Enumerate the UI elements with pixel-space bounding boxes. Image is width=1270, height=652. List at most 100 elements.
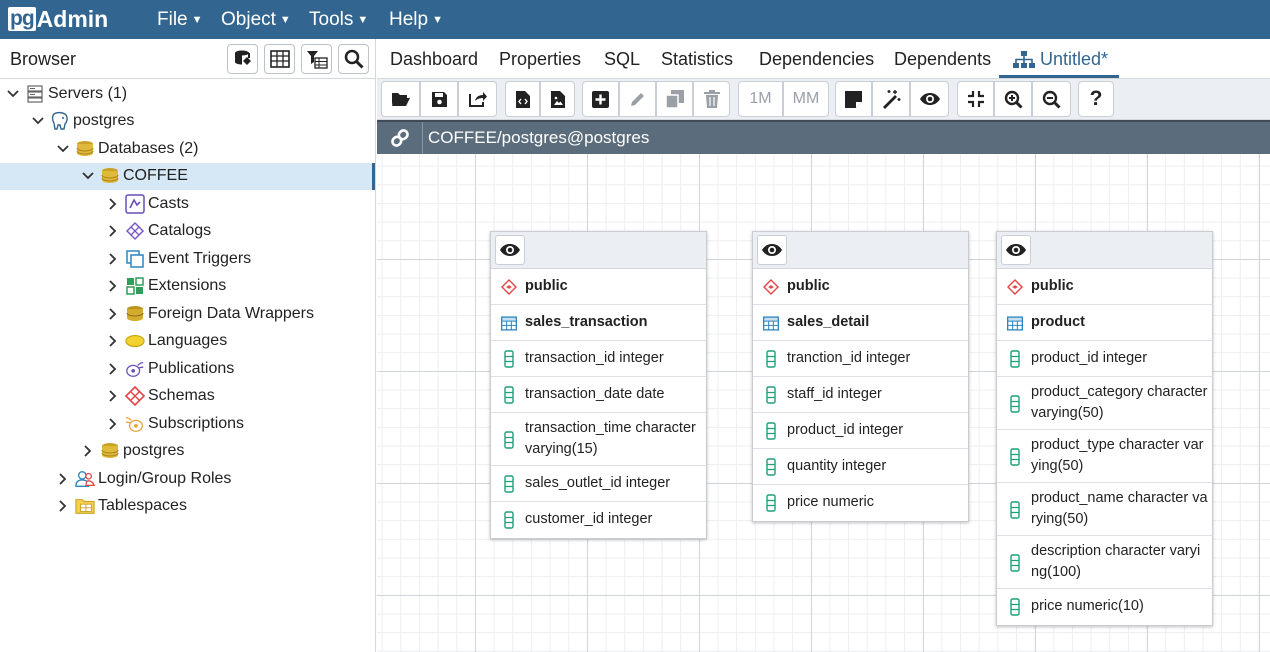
tab-erd-untitled[interactable]: Untitled* (1013, 49, 1108, 70)
erd-column-row: quantity integer (753, 449, 968, 485)
add-note-button[interactable] (835, 81, 872, 117)
connection-status-button[interactable] (377, 122, 423, 154)
roles-icon (75, 469, 95, 489)
edit-table-button[interactable] (619, 81, 656, 117)
zoom-in-button[interactable] (994, 81, 1032, 117)
many-to-many-button[interactable]: MM (783, 81, 829, 117)
tree-item[interactable]: Extensions (0, 273, 375, 300)
tab-sql[interactable]: SQL (604, 49, 640, 70)
chevron-down-icon[interactable] (56, 142, 70, 156)
tree-item[interactable]: postgres (0, 438, 375, 465)
table-icon (1007, 315, 1023, 331)
menu-tools[interactable]: Tools ▼ (309, 0, 368, 39)
save-as-button[interactable] (458, 81, 497, 117)
toggle-details-button[interactable] (1001, 235, 1031, 265)
menu-help[interactable]: Help ▼ (389, 0, 443, 39)
erd-column-row: transaction_id integer (491, 341, 706, 377)
chevron-right-icon[interactable] (106, 417, 120, 431)
connection-bar: COFFEE/postgres@postgres (377, 120, 1270, 154)
show-details-button[interactable] (910, 81, 949, 117)
tree-item[interactable]: Databases (2) (0, 135, 375, 162)
chevron-right-icon[interactable] (106, 334, 120, 348)
tree-item[interactable]: Casts (0, 190, 375, 217)
subscriptions-icon (125, 414, 145, 434)
chevron-down-icon[interactable] (81, 169, 95, 183)
toggle-details-button[interactable] (757, 235, 787, 265)
generate-sql-button[interactable] (505, 81, 540, 117)
erd-column-row: product_category character varying(50) (997, 377, 1212, 430)
tab-dependents[interactable]: Dependents (894, 49, 991, 70)
erd-table-name-row: product (997, 305, 1212, 341)
filtered-rows-button[interactable] (301, 44, 332, 74)
tree-item[interactable]: Subscriptions (0, 410, 375, 437)
download-image-button[interactable] (540, 81, 575, 117)
table-icon (501, 315, 517, 331)
chevron-right-icon[interactable] (106, 279, 120, 293)
clone-table-button[interactable] (656, 81, 693, 117)
tab-properties[interactable]: Properties (499, 49, 581, 70)
chevron-down-icon: ▼ (191, 13, 203, 26)
chevron-right-icon[interactable] (106, 389, 120, 403)
tab-dashboard[interactable]: Dashboard (390, 49, 478, 70)
open-file-button[interactable] (381, 81, 420, 117)
chevron-down-icon[interactable] (6, 87, 20, 101)
erd-column-row: product_id integer (997, 341, 1212, 377)
chevron-right-icon[interactable] (56, 499, 70, 513)
query-tool-button[interactable] (227, 44, 258, 74)
chevron-down-icon[interactable] (31, 114, 45, 128)
column-icon (1007, 447, 1023, 466)
chevron-right-icon[interactable] (81, 444, 95, 458)
browser-title: Browser (10, 49, 77, 69)
chevron-right-icon[interactable] (106, 362, 120, 376)
search-objects-button[interactable] (338, 44, 369, 74)
erd-table-node[interactable]: public product product_id integer product_c… (996, 231, 1213, 626)
erd-table-node[interactable]: public sales_transaction transaction_id in… (490, 231, 707, 539)
elephant-icon (50, 111, 70, 131)
delete-table-button[interactable] (693, 81, 730, 117)
zoom-to-fit-button[interactable] (957, 81, 994, 117)
schema-icon (763, 279, 779, 295)
pgadmin-logo: pg Admin (8, 5, 109, 32)
chevron-right-icon[interactable] (106, 252, 120, 266)
toggle-details-button[interactable] (495, 235, 525, 265)
view-data-button[interactable] (264, 44, 295, 74)
tree-item[interactable]: Tablespaces (0, 493, 375, 520)
tree-item[interactable]: postgres (0, 108, 375, 135)
chevron-right-icon[interactable] (106, 307, 120, 321)
tree-item[interactable]: Servers (1) (0, 80, 375, 107)
auto-align-button[interactable] (872, 81, 910, 117)
erd-table-node[interactable]: public sales_detail tranction_id integer st… (752, 231, 969, 522)
help-button[interactable]: ? (1078, 81, 1114, 117)
zoom-out-button[interactable] (1032, 81, 1071, 117)
schema-icon (501, 279, 517, 295)
column-icon (763, 494, 779, 512)
tree-item[interactable]: COFFEE (0, 162, 375, 190)
servers-icon (25, 84, 45, 104)
erd-column-row: product_name character varying(50) (997, 483, 1212, 536)
tree-item[interactable]: Publications (0, 355, 375, 382)
tab-dependencies[interactable]: Dependencies (759, 49, 874, 70)
databases-icon (75, 139, 95, 159)
add-table-button[interactable] (582, 81, 619, 117)
tree-item[interactable]: Foreign Data Wrappers (0, 300, 375, 327)
tab-statistics[interactable]: Statistics (661, 49, 733, 70)
save-button[interactable] (420, 81, 458, 117)
menu-object[interactable]: Object ▼ (221, 0, 291, 39)
sticky-note-icon (845, 90, 862, 108)
erd-canvas[interactable]: public sales_transaction transaction_id in… (377, 154, 1270, 652)
erd-node-header (997, 232, 1212, 269)
chevron-right-icon[interactable] (56, 472, 70, 486)
tree-item[interactable]: Event Triggers (0, 245, 375, 272)
column-icon (501, 386, 517, 404)
menu-file[interactable]: File ▼ (157, 0, 203, 39)
database-icon (100, 166, 120, 186)
tree-item[interactable]: Schemas (0, 383, 375, 410)
one-to-many-button[interactable]: 1M (738, 81, 783, 117)
chevron-right-icon[interactable] (106, 197, 120, 211)
tree-item[interactable]: Languages (0, 328, 375, 355)
database-icon (234, 50, 251, 65)
tree-item[interactable]: Catalogs (0, 218, 375, 245)
tree-item-label: Publications (148, 359, 235, 377)
chevron-right-icon[interactable] (106, 224, 120, 238)
tree-item[interactable]: Login/Group Roles (0, 465, 375, 492)
